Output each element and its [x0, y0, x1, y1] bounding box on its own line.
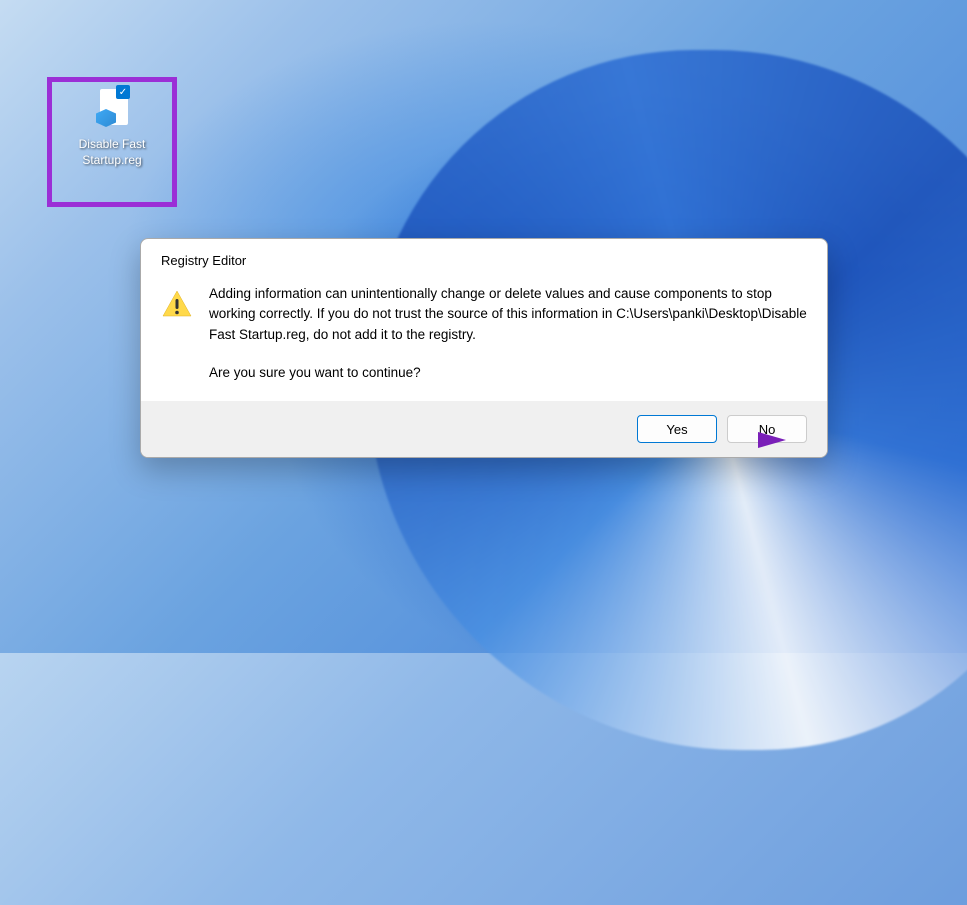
- desktop-file-icon[interactable]: ✓ Disable Fast Startup.reg: [55, 85, 169, 168]
- dialog-button-bar: Yes No: [141, 401, 827, 457]
- yes-button[interactable]: Yes: [637, 415, 717, 443]
- no-button[interactable]: No: [727, 415, 807, 443]
- dialog-confirm-text: Are you sure you want to continue?: [209, 363, 807, 383]
- reg-file-icon: ✓: [88, 85, 136, 133]
- dialog-title: Registry Editor: [141, 239, 827, 276]
- dialog-warning-text: Adding information can unintentionally c…: [209, 284, 807, 345]
- desktop-icon-label: Disable Fast Startup.reg: [55, 137, 169, 168]
- dialog-message: Adding information can unintentionally c…: [209, 284, 807, 383]
- warning-icon: [161, 288, 193, 320]
- registry-editor-dialog: Registry Editor Adding information can u…: [140, 238, 828, 458]
